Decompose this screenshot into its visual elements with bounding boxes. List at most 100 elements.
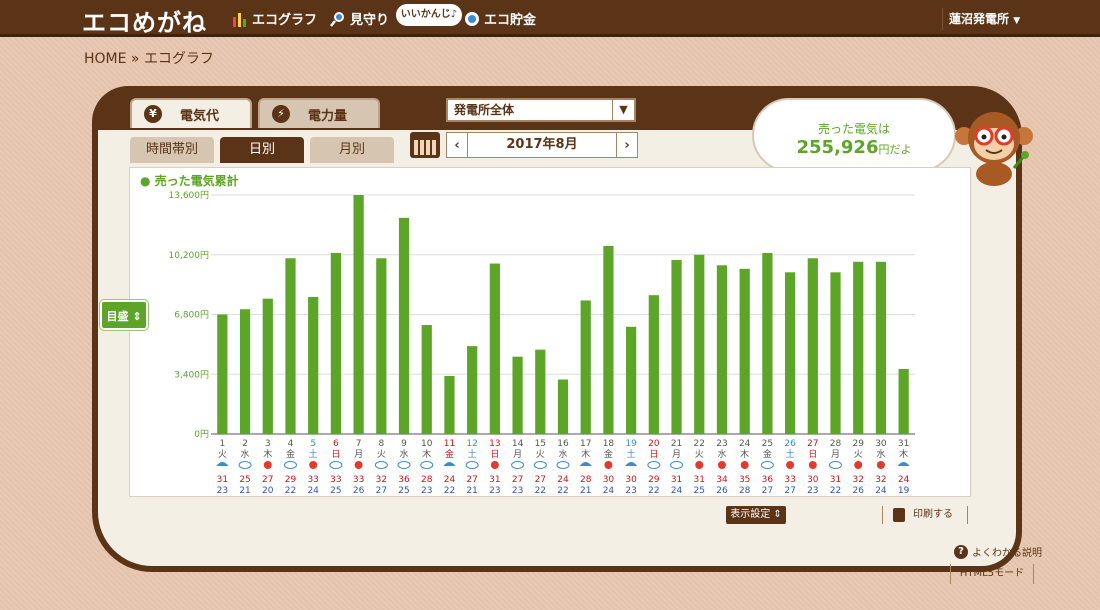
temp-high-label: 32 xyxy=(376,475,387,485)
weekday-label: 木 xyxy=(581,448,590,460)
bar xyxy=(807,258,818,434)
scope-dropdown[interactable]: 発電所全体 ▼ xyxy=(446,98,636,122)
lightning-icon: ⚡ xyxy=(272,105,290,123)
next-month-button[interactable]: › xyxy=(617,138,637,153)
temp-low-label: 23 xyxy=(421,486,432,496)
temp-low-label: 21 xyxy=(466,486,477,496)
weekday-label: 月 xyxy=(513,449,522,460)
weekday-label: 日 xyxy=(808,449,817,460)
bar xyxy=(557,379,569,434)
breadcrumb[interactable]: HOME » エコグラフ xyxy=(84,48,214,68)
weekday-label: 木 xyxy=(899,448,908,460)
weekday-label: 水 xyxy=(558,448,567,460)
nav-eco-graph[interactable]: エコグラフ xyxy=(232,9,317,28)
temp-high-label: 27 xyxy=(535,475,546,485)
bar xyxy=(285,258,296,434)
temp-low-label: 19 xyxy=(898,486,910,496)
tab-hourly[interactable]: 時間帯別 xyxy=(130,137,214,163)
bar xyxy=(421,325,432,434)
bar xyxy=(330,252,342,434)
bar xyxy=(830,272,841,434)
cloud-icon xyxy=(556,461,570,469)
temp-high-label: 33 xyxy=(307,475,318,485)
temp-high-label: 27 xyxy=(262,475,273,485)
sun-icon xyxy=(786,461,795,469)
summary-line1: 売った電気は xyxy=(817,122,890,136)
bar-chart-icon xyxy=(233,12,246,27)
tab-monthly[interactable]: 月別 xyxy=(310,137,394,163)
x-tick-label: 9 xyxy=(401,439,407,449)
weekday-label: 金 xyxy=(604,448,613,460)
temp-high-label: 28 xyxy=(580,475,592,485)
month-label: 2017年8月 xyxy=(467,133,617,157)
weekday-label: 金 xyxy=(445,448,454,460)
temp-high-label: 32 xyxy=(875,475,886,485)
weekday-label: 木 xyxy=(422,448,431,460)
temp-low-label: 21 xyxy=(580,486,591,496)
app-logo[interactable]: エコめがね xyxy=(82,3,207,38)
magnifier-icon xyxy=(330,11,344,27)
bar xyxy=(784,272,796,434)
temp-high-label: 31 xyxy=(489,475,500,485)
cloud-icon xyxy=(511,461,525,469)
plant-selector[interactable]: 蓮沼発電所 ▼ xyxy=(942,8,1026,30)
temp-high-label: 34 xyxy=(716,475,728,485)
yen-icon: ¥ xyxy=(144,105,162,123)
temp-high-label: 36 xyxy=(398,475,410,485)
html5-mode-button[interactable]: HTML5モード xyxy=(950,564,1034,584)
temp-low-label: 22 xyxy=(535,486,546,496)
temp-low-label: 20 xyxy=(262,486,274,496)
nav-eco-savings[interactable]: エコ貯金 xyxy=(464,9,536,28)
y-tick-label: 6,800円 xyxy=(174,310,209,321)
cloud-icon xyxy=(465,461,479,469)
temp-low-label: 28 xyxy=(739,486,751,496)
print-button[interactable]: 印刷する xyxy=(882,506,968,524)
temp-low-label: 24 xyxy=(603,486,615,496)
calendar-icon[interactable] xyxy=(410,132,440,158)
temp-low-label: 25 xyxy=(694,486,705,496)
chevron-down-icon: ▼ xyxy=(612,100,634,120)
display-settings-button[interactable]: 表示設定 ⇕ xyxy=(726,506,786,524)
cloud-icon xyxy=(374,461,388,469)
temp-high-label: 27 xyxy=(466,475,477,485)
rain-icon xyxy=(216,462,229,466)
x-tick-label: 12 xyxy=(466,439,477,449)
y-tick-label: 13,600円 xyxy=(169,190,210,201)
x-tick-label: 2 xyxy=(242,439,248,449)
tab-daily[interactable]: 日別 xyxy=(220,137,304,163)
x-tick-label: 30 xyxy=(875,439,887,449)
nav-mimamori-label: 見守り xyxy=(350,13,390,28)
weekday-label: 土 xyxy=(468,448,477,460)
tab-electricity-amount[interactable]: ⚡ 電力量 xyxy=(258,98,380,128)
weekday-label: 金 xyxy=(286,448,295,460)
scale-toggle-button[interactable]: 目盛 ⇕ xyxy=(100,300,148,330)
x-tick-label: 18 xyxy=(603,439,615,449)
plant-selector-label: 蓮沼発電所 xyxy=(949,12,1010,26)
x-tick-label: 8 xyxy=(378,439,384,449)
help-link[interactable]: ? よくわかる説明 xyxy=(954,544,1042,559)
temp-low-label: 25 xyxy=(398,486,409,496)
temp-high-label: 25 xyxy=(239,475,250,485)
question-icon: ? xyxy=(954,544,968,559)
x-tick-label: 19 xyxy=(625,439,637,449)
weekday-label: 土 xyxy=(309,448,318,460)
temp-low-label: 26 xyxy=(852,486,864,496)
weekday-label: 日 xyxy=(490,449,499,460)
weekday-label: 土 xyxy=(786,448,795,460)
bar xyxy=(580,300,591,434)
bar xyxy=(444,376,455,434)
bar xyxy=(671,260,682,434)
nav-mimamori[interactable]: 見守り xyxy=(330,9,389,28)
summary-bubble: 売った電気は 255,926円だよ xyxy=(752,98,956,172)
tab-electricity-cost[interactable]: ¥ 電気代 xyxy=(130,98,252,128)
x-tick-label: 23 xyxy=(716,439,727,449)
weekday-label: 水 xyxy=(717,448,726,460)
x-tick-label: 27 xyxy=(807,439,818,449)
sun-icon xyxy=(263,461,272,469)
bar xyxy=(308,296,319,434)
x-tick-label: 14 xyxy=(512,439,524,449)
nav-eco-savings-label: エコ貯金 xyxy=(484,13,537,28)
sun-icon xyxy=(808,461,817,469)
weekday-label: 日 xyxy=(331,449,340,460)
prev-month-button[interactable]: ‹ xyxy=(447,138,467,153)
